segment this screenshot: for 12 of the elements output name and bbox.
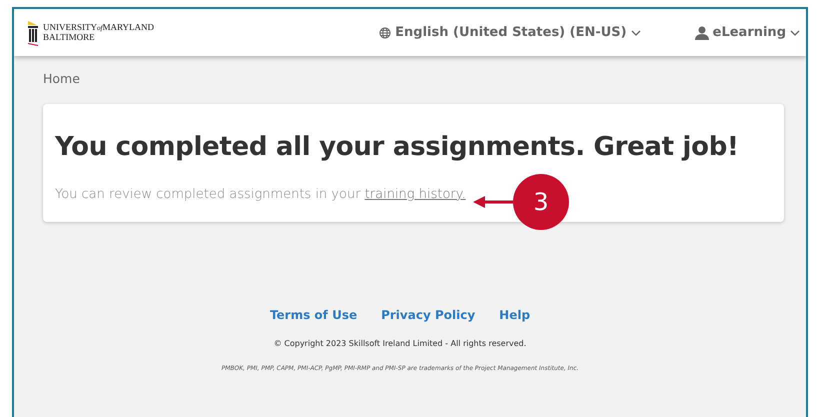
breadcrumb-link[interactable]: Home	[43, 71, 80, 86]
footer-link[interactable]: Privacy Policy	[381, 306, 476, 324]
user-menu[interactable]: eLearning	[694, 22, 800, 42]
footer-link[interactable]: Terms of Use	[270, 306, 358, 324]
copyright-text: © Copyright 2023 Skillsoft Ireland Limited - All rights reserved.	[274, 339, 526, 348]
page-heading: You completed all your assignments. Great job!	[55, 132, 740, 163]
body-text: You can review completed assignments in your	[55, 186, 361, 202]
footer-link[interactable]: Help	[499, 306, 530, 324]
step-number: 3	[513, 174, 569, 230]
logo-text: BALTIMORE	[43, 33, 96, 42]
language-dropdown[interactable]: English (United States) (EN-US)	[379, 22, 641, 42]
training-history-link[interactable]: training history.	[364, 186, 466, 202]
